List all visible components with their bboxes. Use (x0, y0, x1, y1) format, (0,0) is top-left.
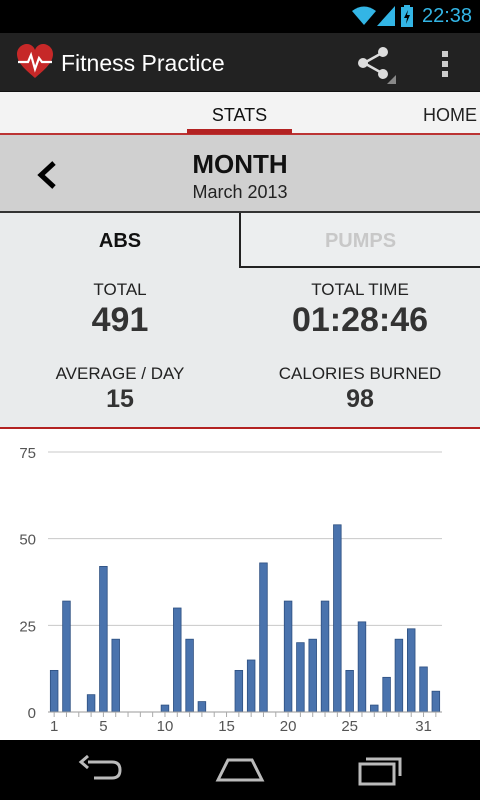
bar (86, 694, 96, 713)
stat-calories-value: 98 (346, 385, 374, 413)
stat-total-time: TOTAL TIME 01:28:46 (240, 280, 480, 340)
stat-average: AVERAGE / DAY 15 (0, 364, 240, 414)
stat-total: TOTAL 491 (0, 280, 240, 340)
bar (234, 669, 244, 713)
bar (370, 704, 379, 713)
back-icon (78, 754, 122, 780)
exercise-tabs: ABS PUMPS (0, 213, 480, 268)
daily-chart: 0 25 50 75 1 5 10 15 20 25 31 (0, 429, 480, 740)
y-tick-label: 50 (19, 532, 36, 549)
period-header: MONTH March 2013 (0, 135, 480, 213)
stat-calories: CALORIES BURNED 98 (240, 364, 480, 414)
stat-total-time-label: TOTAL TIME (311, 280, 409, 299)
tab-strip: STATS HOME (0, 92, 480, 135)
y-tick-label: 25 (19, 618, 36, 635)
y-tick-label: 0 (28, 705, 36, 722)
tab-abs[interactable]: ABS (0, 213, 240, 268)
stat-total-value: 491 (91, 301, 149, 339)
bar (160, 704, 170, 713)
bar (49, 669, 59, 713)
x-tick-label: 15 (218, 718, 235, 735)
tab-stats[interactable]: STATS (187, 92, 292, 133)
bar (394, 638, 404, 713)
stats-panel: TOTAL 491 TOTAL TIME 01:28:46 AVERAGE / … (0, 268, 480, 429)
y-tick-label: 75 (19, 445, 36, 462)
home-button[interactable] (212, 752, 268, 788)
bar (308, 638, 317, 713)
bar (419, 666, 428, 713)
wifi-icon (352, 6, 376, 25)
bar (283, 600, 293, 713)
battery-charging-icon (401, 5, 413, 27)
stat-average-value: 15 (106, 385, 134, 413)
x-tick-label: 5 (99, 718, 107, 735)
status-time: 22:38 (422, 5, 473, 27)
heart-pulse-icon (17, 44, 53, 78)
bar (296, 642, 305, 713)
x-tick-label: 20 (280, 718, 297, 735)
overflow-menu-button[interactable] (430, 41, 460, 85)
bar (185, 638, 194, 713)
share-icon (358, 47, 396, 84)
bar (357, 621, 367, 713)
stat-average-label: AVERAGE / DAY (55, 364, 185, 383)
bar (111, 638, 120, 713)
recent-apps-icon (358, 757, 402, 786)
x-tick-label: 10 (157, 718, 174, 735)
bar (382, 676, 391, 713)
x-tick-label: 25 (341, 718, 358, 735)
bar (333, 524, 342, 713)
back-button[interactable] (72, 752, 128, 788)
app-title: Fitness Practice (61, 50, 225, 76)
bar (197, 701, 207, 713)
bar-chart: 02550751 5 10 15 20 25 31 (19, 445, 442, 735)
bar (431, 690, 441, 713)
navigation-bar (0, 740, 480, 800)
bar (320, 600, 330, 713)
bar (407, 628, 416, 713)
share-button[interactable] (352, 41, 398, 85)
stat-total-time-value: 01:28:46 (291, 301, 429, 339)
stat-total-label: TOTAL (93, 280, 147, 299)
home-icon (215, 758, 265, 782)
period-subtitle: March 2013 (192, 182, 288, 202)
stat-calories-label: CALORIES BURNED (278, 364, 442, 383)
overflow-icon (442, 51, 448, 77)
tab-pumps[interactable]: PUMPS (239, 213, 480, 268)
period-title: MONTH (192, 149, 288, 179)
tab-home[interactable]: HOME (410, 92, 480, 133)
signal-icon (377, 6, 395, 26)
x-tick-label: 1 (50, 718, 58, 735)
bar (246, 659, 256, 713)
recent-apps-button[interactable] (352, 752, 408, 788)
status-bar: 22:38 (0, 0, 480, 33)
bar (99, 565, 108, 713)
bar (173, 607, 182, 713)
bar (259, 562, 268, 713)
tab-selected-indicator (187, 129, 292, 134)
bar (345, 669, 354, 713)
bar (62, 600, 71, 713)
x-tick-label: 31 (415, 718, 432, 735)
action-bar: Fitness Practice (0, 33, 480, 92)
